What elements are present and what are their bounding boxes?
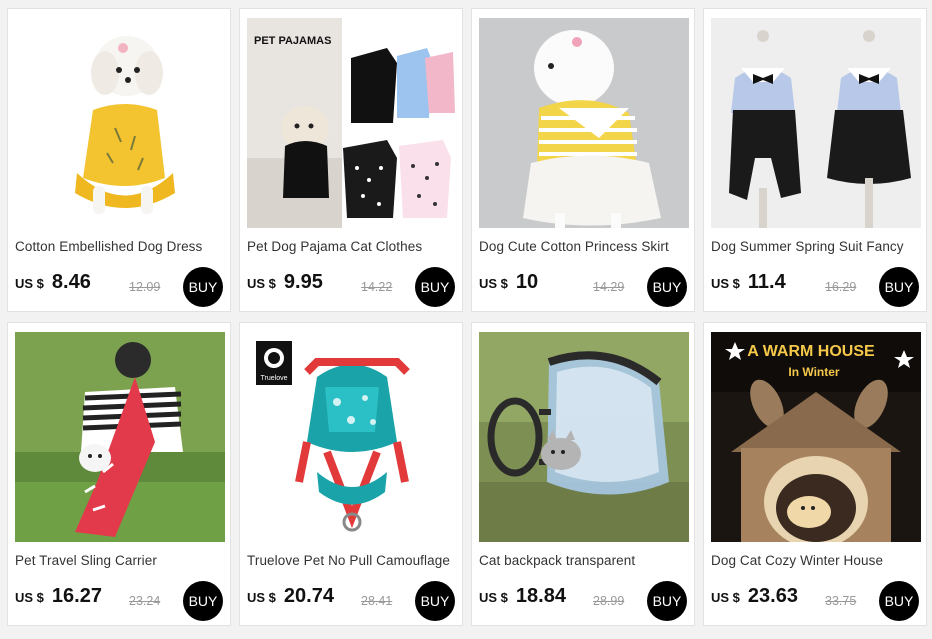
currency-label: US $ [247, 276, 276, 291]
product-title[interactable]: Pet Dog Pajama Cat Clothes [247, 239, 459, 254]
currency-label: US $ [247, 590, 276, 605]
sale-price: 18.84 [515, 585, 566, 607]
product-image[interactable] [15, 18, 225, 228]
buy-button[interactable]: BUY [415, 267, 455, 307]
harness-image: Truelove [247, 332, 457, 542]
product-card[interactable]: Cat backpack transparent US $ 18.84 28.9… [471, 322, 695, 626]
original-price: 33.75 [825, 594, 857, 608]
currency-label: US $ [15, 590, 44, 605]
product-card[interactable]: Pet Travel Sling Carrier US $ 16.27 23.2… [7, 322, 231, 626]
sale-price: 9.95 [283, 271, 323, 293]
product-image[interactable]: A WARM HOUSE In Winter [711, 332, 921, 542]
original-price: 28.99 [593, 594, 625, 608]
product-image[interactable]: PET PAJAMAS [247, 18, 457, 228]
warm-house-headline: A WARM HOUSE [747, 343, 875, 360]
price-row: US $ 18.84 [479, 585, 599, 615]
product-grid: Cotton Embellished Dog Dress US $ 8.46 1… [0, 0, 932, 639]
original-price: 14.22 [361, 280, 393, 294]
product-title[interactable]: Cat backpack transparent [479, 553, 691, 568]
price-row: US $ 10 [479, 271, 599, 301]
price-row: US $ 9.95 [247, 271, 367, 301]
sale-price: 23.63 [747, 585, 798, 607]
product-card[interactable]: PET PAJAMAS Pet Dog Pajama Cat Clothes U… [239, 8, 463, 312]
original-price: 28.41 [361, 594, 393, 608]
warm-house-subline: In Winter [788, 365, 840, 379]
product-card[interactable]: A WARM HOUSE In Winter Dog Cat Cozy Wint… [703, 322, 927, 626]
currency-label: US $ [711, 276, 740, 291]
product-image[interactable]: Truelove [247, 332, 457, 542]
product-title[interactable]: Dog Cat Cozy Winter House [711, 553, 923, 568]
product-title[interactable]: Truelove Pet No Pull Camouflage [247, 553, 459, 568]
pajamas-banner-text: PET PAJAMAS [254, 35, 331, 47]
sale-price: 20.74 [283, 585, 334, 607]
product-title[interactable]: Dog Cute Cotton Princess Skirt [479, 239, 691, 254]
original-price: 12.09 [129, 280, 161, 294]
sale-price: 10 [515, 271, 539, 293]
sale-price: 8.46 [51, 271, 91, 293]
buy-button[interactable]: BUY [183, 267, 223, 307]
product-image[interactable] [479, 332, 689, 542]
product-title[interactable]: Pet Travel Sling Carrier [15, 553, 227, 568]
price-row: US $ 20.74 [247, 585, 367, 615]
original-price: 14.29 [593, 280, 625, 294]
dog-pajamas-image: PET PAJAMAS [247, 18, 457, 228]
buy-button[interactable]: BUY [647, 267, 687, 307]
buy-button[interactable]: BUY [647, 581, 687, 621]
product-image[interactable] [711, 18, 921, 228]
truelove-logo-text: Truelove [261, 375, 288, 382]
sale-price: 11.4 [747, 271, 786, 293]
price-row: US $ 8.46 [15, 271, 135, 301]
product-image[interactable] [479, 18, 689, 228]
currency-label: US $ [711, 590, 740, 605]
sling-carrier-image [15, 332, 225, 542]
buy-button[interactable]: BUY [415, 581, 455, 621]
product-image[interactable] [15, 332, 225, 542]
product-card[interactable]: Cotton Embellished Dog Dress US $ 8.46 1… [7, 8, 231, 312]
original-price: 23.24 [129, 594, 161, 608]
price-row: US $ 23.63 [711, 585, 831, 615]
currency-label: US $ [15, 276, 44, 291]
currency-label: US $ [479, 590, 508, 605]
product-title[interactable]: Cotton Embellished Dog Dress [15, 239, 227, 254]
price-row: US $ 11.4 [711, 271, 831, 301]
buy-button[interactable]: BUY [879, 581, 919, 621]
original-price: 16.29 [825, 280, 857, 294]
currency-label: US $ [479, 276, 508, 291]
price-row: US $ 16.27 [15, 585, 135, 615]
product-card[interactable]: Truelove Truelove Pet No Pull Camouflage… [239, 322, 463, 626]
dog-yellow-dress-image [15, 18, 225, 228]
dog-suit-image [711, 18, 921, 228]
dog-princess-skirt-image [479, 18, 689, 228]
winter-house-image: A WARM HOUSE In Winter [711, 332, 921, 542]
buy-button[interactable]: BUY [183, 581, 223, 621]
product-card[interactable]: Dog Cute Cotton Princess Skirt US $ 10 1… [471, 8, 695, 312]
cat-backpack-image [479, 332, 689, 542]
sale-price: 16.27 [51, 585, 102, 607]
product-title[interactable]: Dog Summer Spring Suit Fancy [711, 239, 923, 254]
buy-button[interactable]: BUY [879, 267, 919, 307]
product-card[interactable]: Dog Summer Spring Suit Fancy US $ 11.4 1… [703, 8, 927, 312]
